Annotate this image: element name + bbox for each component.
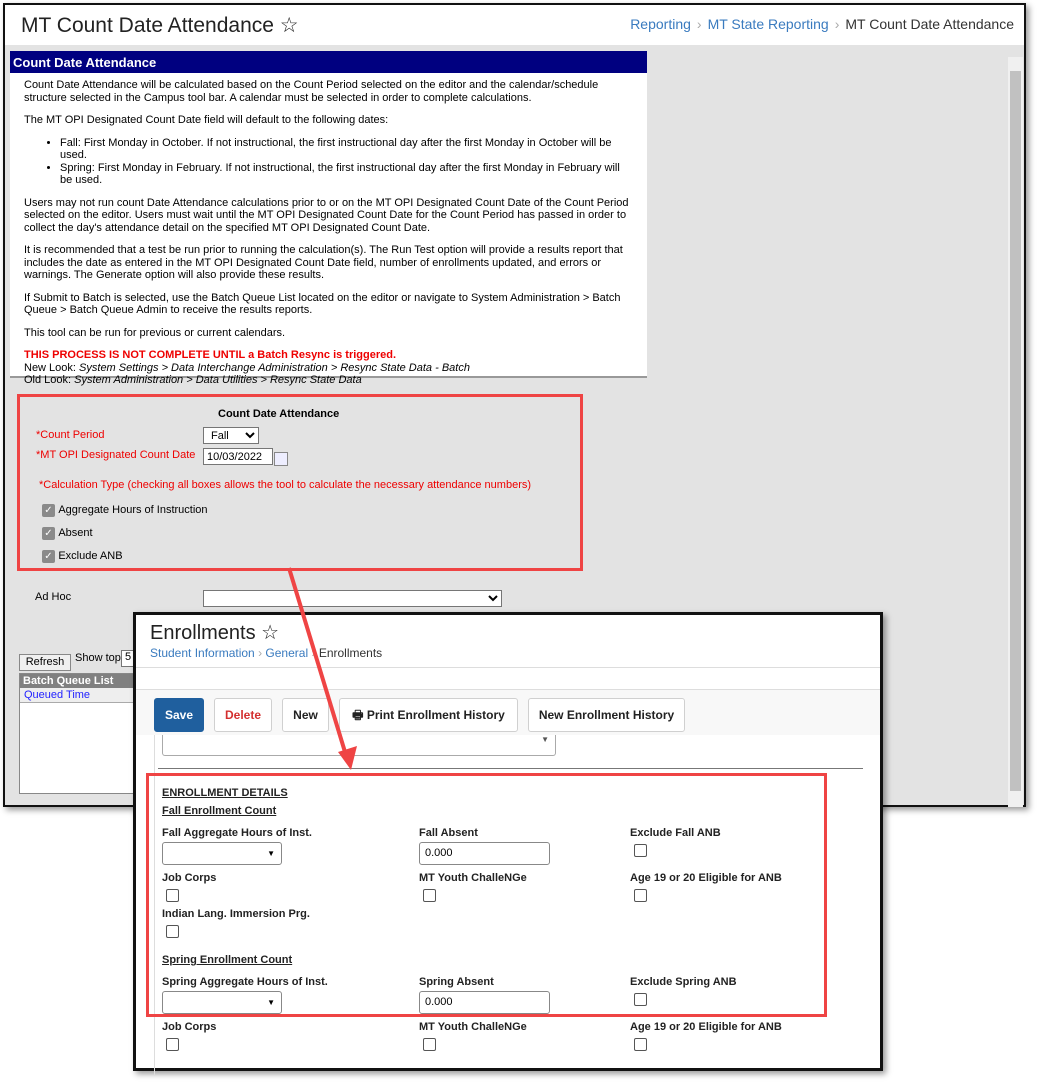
arrow-annotation [287, 567, 357, 770]
arrow-line [287, 567, 347, 753]
arrow-head [338, 746, 357, 770]
